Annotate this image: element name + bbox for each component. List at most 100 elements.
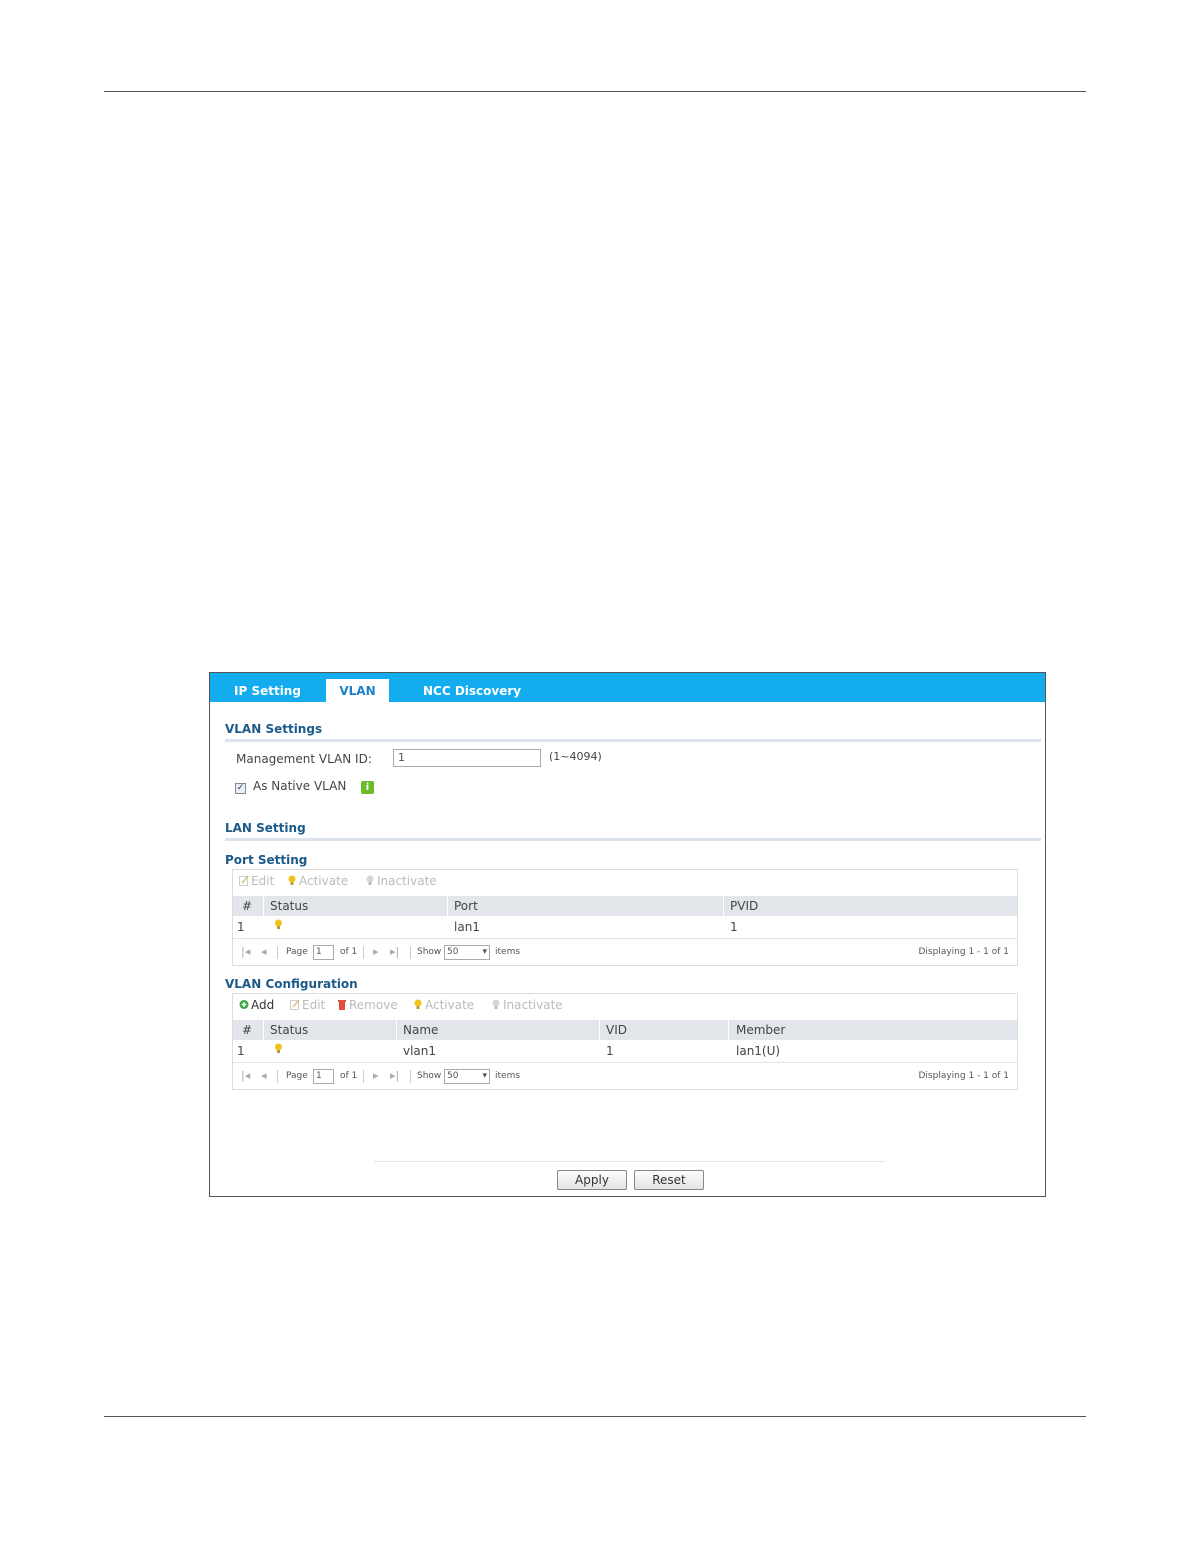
row-port: lan1 xyxy=(454,920,480,934)
row-pvid: 1 xyxy=(730,920,738,934)
last-page-icon[interactable]: ▸| xyxy=(390,1069,399,1082)
vlan-table-header: # Status Name VID Member xyxy=(233,1020,1017,1040)
tab-ip-setting[interactable]: IP Setting xyxy=(234,673,301,702)
mgmt-vlan-input[interactable]: 1 xyxy=(393,749,541,767)
vlan-add-label: Add xyxy=(251,998,275,1012)
vlan-edit-label: Edit xyxy=(302,998,326,1012)
page-of: of 1 xyxy=(340,947,358,957)
vlan-inactivate-button[interactable]: Inactivate xyxy=(491,998,563,1012)
trash-icon xyxy=(338,1000,346,1010)
reset-button[interactable]: Reset xyxy=(634,1170,704,1190)
page-of: of 1 xyxy=(340,1071,358,1081)
row-vid: 1 xyxy=(606,1044,614,1058)
bulb-on-icon xyxy=(288,875,296,885)
port-edit-label: Edit xyxy=(251,874,275,888)
col-num: # xyxy=(242,899,253,913)
vlan-remove-label: Remove xyxy=(349,998,398,1012)
add-icon xyxy=(239,1000,249,1009)
row-name: vlan1 xyxy=(403,1044,437,1058)
displaying-label: Displaying 1 - 1 of 1 xyxy=(918,1071,1010,1081)
port-inactivate-button[interactable]: Inactivate xyxy=(365,874,437,888)
status-active-icon xyxy=(275,919,282,929)
port-table-header: # Status Port PVID xyxy=(233,896,1017,916)
port-setting-grid: Edit Activate Inactivate # Status Port P… xyxy=(232,869,1018,966)
edit-icon xyxy=(290,999,300,1010)
prev-page-icon[interactable]: ◂ xyxy=(261,945,267,958)
vlan-remove-button[interactable]: Remove xyxy=(337,998,398,1012)
vlan-activate-label: Activate xyxy=(425,998,475,1012)
footer-divider xyxy=(375,1161,885,1162)
first-page-icon[interactable]: |◂ xyxy=(241,1069,250,1082)
table-row[interactable]: 1 vlan1 1 lan1(U) xyxy=(233,1041,1017,1063)
col-num: # xyxy=(242,1023,253,1037)
items-label: items xyxy=(495,947,521,957)
native-vlan-label: As Native VLAN xyxy=(253,779,347,793)
edit-icon xyxy=(239,875,249,886)
col-port[interactable]: Port xyxy=(454,899,478,913)
vlan-configuration-grid: Add Edit Remove Activate Inactivate # St… xyxy=(232,993,1018,1090)
vlan-add-button[interactable]: Add xyxy=(239,998,274,1012)
vlan-configuration-title: VLAN Configuration xyxy=(225,977,358,991)
show-label: Show xyxy=(417,947,442,957)
displaying-label: Displaying 1 - 1 of 1 xyxy=(918,947,1010,957)
bulb-off-icon xyxy=(366,875,374,885)
items-label: items xyxy=(495,1071,521,1081)
next-page-icon[interactable]: ▸ xyxy=(373,1069,379,1082)
vlan-activate-button[interactable]: Activate xyxy=(413,998,474,1012)
page-size-value: 50 xyxy=(447,1071,459,1081)
vlan-config-panel: IP Setting VLAN NCC Discovery VLAN Setti… xyxy=(209,672,1046,1197)
vlan-configuration-toolbar: Add Edit Remove Activate Inactivate xyxy=(233,994,1017,1016)
chevron-down-icon: ▾ xyxy=(482,1071,487,1081)
vlan-pager: |◂ ◂ Page 1 of 1 ▸ ▸| Show 50 ▾ items Dis… xyxy=(233,1066,1017,1088)
chevron-down-icon: ▾ xyxy=(482,947,487,957)
row-member: lan1(U) xyxy=(736,1044,781,1058)
page-size-value: 50 xyxy=(447,947,459,957)
prev-page-icon[interactable]: ◂ xyxy=(261,1069,267,1082)
port-activate-button[interactable]: Activate xyxy=(287,874,348,888)
apply-button[interactable]: Apply xyxy=(557,1170,627,1190)
table-row[interactable]: 1 lan1 1 xyxy=(233,917,1017,939)
tab-vlan[interactable]: VLAN xyxy=(326,679,389,702)
col-member[interactable]: Member xyxy=(736,1023,785,1037)
mgmt-vlan-label: Management VLAN ID: xyxy=(236,752,372,766)
vlan-edit-button[interactable]: Edit xyxy=(290,998,325,1012)
row-num: 1 xyxy=(237,1044,245,1058)
bottom-page-rule xyxy=(104,1416,1086,1417)
mgmt-vlan-range: (1~4094) xyxy=(549,750,602,763)
vlan-settings-divider xyxy=(225,739,1041,742)
port-pager: |◂ ◂ Page 1 of 1 ▸ ▸| Show 50 ▾ items Dis… xyxy=(233,942,1017,964)
vlan-settings-title: VLAN Settings xyxy=(225,722,323,736)
tab-ncc-discovery[interactable]: NCC Discovery xyxy=(423,673,521,702)
col-name[interactable]: Name xyxy=(403,1023,438,1037)
page-size-select[interactable]: 50 ▾ xyxy=(444,945,490,960)
port-inactivate-label: Inactivate xyxy=(377,874,437,888)
first-page-icon[interactable]: |◂ xyxy=(241,945,250,958)
col-pvid[interactable]: PVID xyxy=(730,899,758,913)
port-setting-title: Port Setting xyxy=(225,853,308,867)
native-vlan-checkbox[interactable]: ✓ xyxy=(235,783,246,794)
status-active-icon xyxy=(275,1043,282,1053)
lan-setting-divider xyxy=(225,838,1041,841)
col-vid[interactable]: VID xyxy=(606,1023,627,1037)
top-page-rule xyxy=(104,91,1086,92)
info-icon[interactable]: i xyxy=(361,781,374,794)
page-input[interactable]: 1 xyxy=(313,945,334,960)
next-page-icon[interactable]: ▸ xyxy=(373,945,379,958)
lan-setting-title: LAN Setting xyxy=(225,821,306,835)
port-edit-button[interactable]: Edit xyxy=(239,874,274,888)
page-size-select[interactable]: 50 ▾ xyxy=(444,1069,490,1084)
last-page-icon[interactable]: ▸| xyxy=(390,945,399,958)
port-setting-toolbar: Edit Activate Inactivate xyxy=(233,870,1017,892)
page-input[interactable]: 1 xyxy=(313,1069,334,1084)
col-status[interactable]: Status xyxy=(270,899,308,913)
tab-bar: IP Setting VLAN NCC Discovery xyxy=(210,673,1045,702)
port-activate-label: Activate xyxy=(299,874,349,888)
col-status[interactable]: Status xyxy=(270,1023,308,1037)
row-num: 1 xyxy=(237,920,245,934)
page-label: Page xyxy=(286,947,308,957)
vlan-inactivate-label: Inactivate xyxy=(503,998,563,1012)
show-label: Show xyxy=(417,1071,442,1081)
page-label: Page xyxy=(286,1071,308,1081)
bulb-on-icon xyxy=(414,999,422,1009)
bulb-off-icon xyxy=(492,999,500,1009)
